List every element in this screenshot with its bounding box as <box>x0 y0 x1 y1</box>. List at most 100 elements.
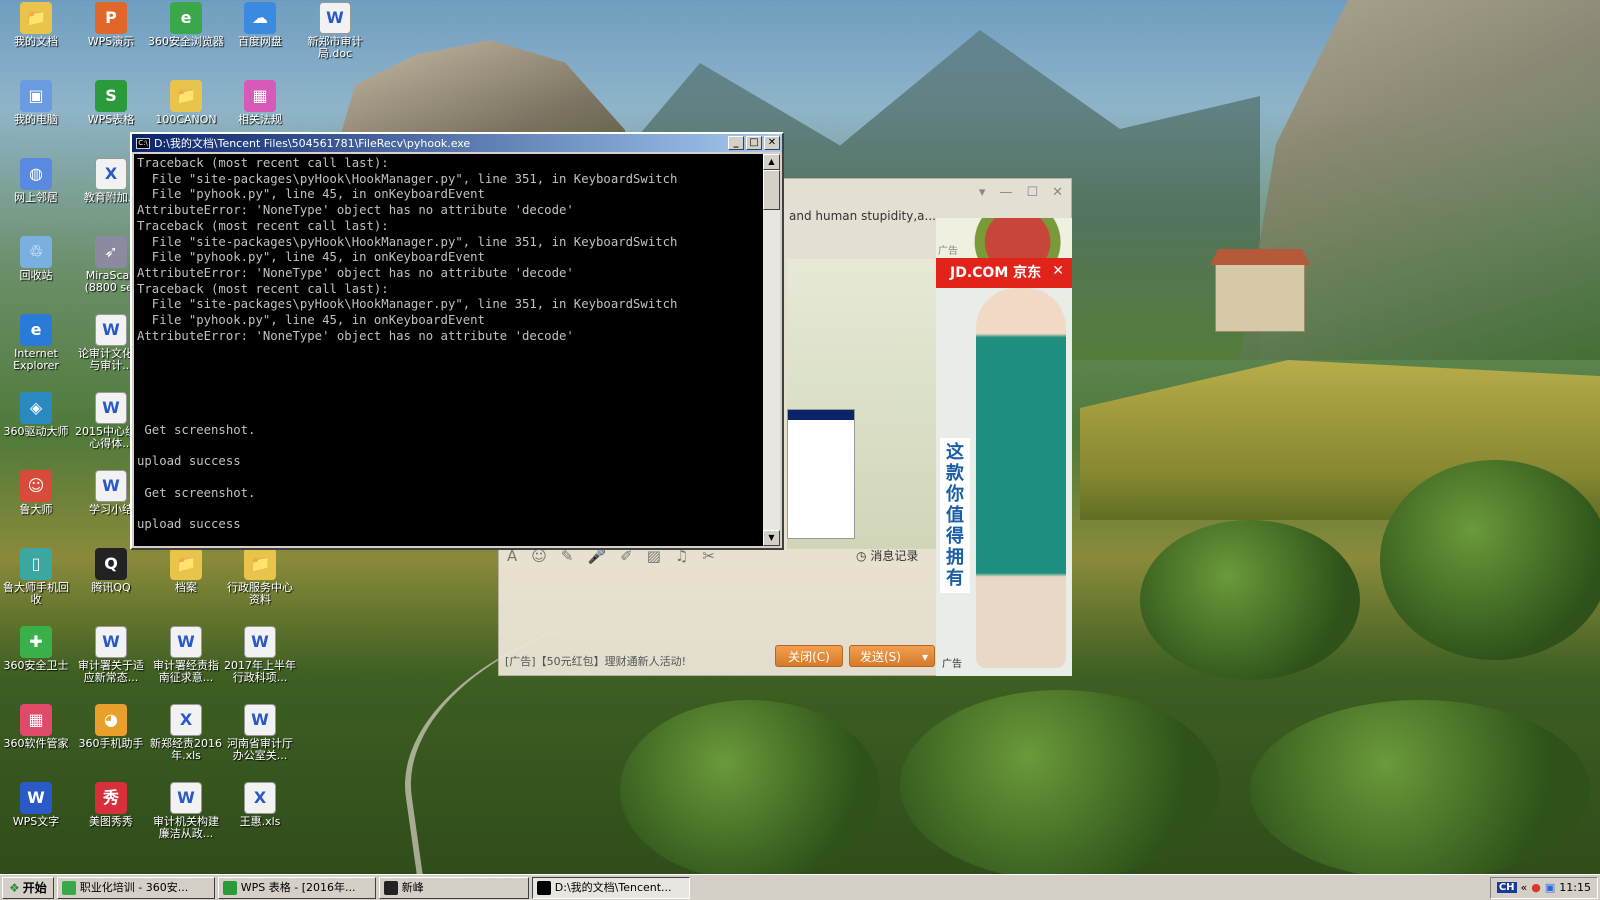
desktop-icon[interactable]: e 360安全浏览器 <box>148 2 224 48</box>
maximize-button[interactable]: □ <box>746 136 762 150</box>
ad-close-icon[interactable]: ✕ <box>1052 256 1064 286</box>
console-output[interactable]: Traceback (most recent call last): File … <box>134 154 763 546</box>
taskbar-app-icon <box>222 880 237 895</box>
taskbar-button[interactable]: 新峰 <box>378 876 529 899</box>
ad-slogan-char: 得 <box>946 526 964 547</box>
desktop-icon[interactable]: W 审计署经责指南征求意... <box>148 626 224 684</box>
scroll-down-arrow[interactable]: ▼ <box>763 530 780 546</box>
desktop-icon[interactable]: ☁ 百度网盘 <box>222 2 298 48</box>
screenshot-thumbnail[interactable] <box>787 409 855 539</box>
console-line: File "pyhook.py", line 45, in onKeyboard… <box>137 187 485 202</box>
clock[interactable]: 11:15 <box>1559 881 1591 894</box>
desktop-icon-label: 鲁大师手机回收 <box>3 581 69 606</box>
desktop-icon[interactable]: 📁 档案 <box>148 548 224 594</box>
desktop-icon-label: 鲁大师 <box>19 503 53 516</box>
tray-expand-icon[interactable]: « <box>1521 881 1528 894</box>
desktop-icon-label: 美图秀秀 <box>89 815 133 828</box>
desktop-icon-label: 我的文档 <box>14 35 58 48</box>
desktop-icon-label: 360驱动大师 <box>3 425 69 438</box>
desktop-icon-image: ▦ <box>244 80 276 112</box>
taskbar-app-icon <box>383 880 398 895</box>
desktop-icon[interactable]: ☺ 鲁大师 <box>0 470 74 516</box>
desktop-icon-image: ➶ <box>95 236 127 268</box>
window-buttons: _ □ ✕ <box>728 136 782 150</box>
desktop-icon-label: 新郑经责2016年.xls <box>150 737 222 762</box>
ad-text-link[interactable]: [广告]【50元红包】理财通新人活动! <box>505 653 686 669</box>
desktop-icon[interactable]: ◕ 360手机助手 <box>73 704 149 750</box>
desktop-icon-image: W <box>95 392 127 424</box>
desktop-icon[interactable]: ▣ 我的电脑 <box>0 80 74 126</box>
console-line: File "pyhook.py", line 45, in onKeyboard… <box>137 250 485 265</box>
desktop-icon[interactable]: ▦ 360软件管家 <box>0 704 74 750</box>
scroll-up-arrow[interactable]: ▲ <box>763 154 780 170</box>
network-tray-icon[interactable]: ▣ <box>1545 881 1555 894</box>
taskbar-button[interactable]: WPS 表格 - [2016年... <box>217 876 376 899</box>
desktop-icon-label: 河南省审计厅办公室关... <box>227 737 293 762</box>
taskbar-button-label: 职业化培训 - 360安... <box>79 880 189 894</box>
desktop-icon-image: P <box>95 2 127 34</box>
taskbar-button[interactable]: 职业化培训 - 360安... <box>56 876 215 899</box>
send-button[interactable]: 发送(S) ▾ <box>849 645 935 667</box>
console-line: Traceback (most recent call last): <box>137 281 389 296</box>
console-title-bar[interactable]: C:\ D:\我的文档\Tencent Files\504561781\File… <box>132 134 782 152</box>
scroll-thumb[interactable] <box>763 170 780 210</box>
close-button[interactable]: ✕ <box>764 136 780 150</box>
minimize-button[interactable]: _ <box>728 136 744 150</box>
desktop-icon[interactable]: ▯ 鲁大师手机回收 <box>0 548 74 606</box>
desktop-icon[interactable]: Q 腾讯QQ <box>73 548 149 594</box>
desktop-icon[interactable]: 📁 行政服务中心资料 <box>222 548 298 606</box>
desktop-icon-image: ▦ <box>20 704 52 736</box>
desktop-icon-image: 📁 <box>20 2 52 34</box>
desktop-icon[interactable]: W 2017年上半年行政科项... <box>222 626 298 684</box>
close-icon[interactable]: ✕ <box>1052 185 1063 200</box>
desktop-icon-label: 审计署关于适应新常态... <box>78 659 144 684</box>
desktop-icon[interactable]: ✚ 360安全卫士 <box>0 626 74 672</box>
desktop-icon[interactable]: S WPS表格 <box>73 80 149 126</box>
minimize-icon[interactable]: — <box>999 185 1012 200</box>
desktop-icon-label: 我的电脑 <box>14 113 58 126</box>
qq-tray-icon[interactable]: ● <box>1531 881 1541 894</box>
ad-slogan-char: 款 <box>946 463 964 484</box>
desktop-icon-image: ◈ <box>20 392 52 424</box>
taskbar-button-label: WPS 表格 - [2016年... <box>240 880 356 894</box>
send-options-icon[interactable]: ▾ <box>922 646 928 668</box>
desktop-icon-image: ✚ <box>20 626 52 658</box>
maximize-icon[interactable]: ☐ <box>1026 185 1038 200</box>
ad-slogan-char: 值 <box>946 505 964 526</box>
desktop-icon[interactable]: X 王惠.xls <box>222 782 298 828</box>
desktop-icon[interactable]: W 河南省审计厅办公室关... <box>222 704 298 762</box>
desktop-icon-image: W <box>244 704 276 736</box>
console-window[interactable]: C:\ D:\我的文档\Tencent Files\504561781\File… <box>130 132 784 550</box>
ime-indicator[interactable]: CH <box>1496 882 1517 893</box>
taskbar: ❖ 开始 职业化培训 - 360安... WPS 表格 - [2016年... 新峰… <box>0 874 1600 900</box>
desktop-icon[interactable]: P WPS演示 <box>73 2 149 48</box>
console-scrollbar[interactable]: ▲ ▼ <box>763 154 780 546</box>
message-history-link[interactable]: ◷ 消息记录 <box>856 547 918 564</box>
desktop-icon[interactable]: W WPS文字 <box>0 782 74 828</box>
desktop-icon[interactable]: ◍ 网上邻居 <box>0 158 74 204</box>
desktop-icon[interactable]: ◈ 360驱动大师 <box>0 392 74 438</box>
console-line: Get screenshot. <box>137 485 256 500</box>
jd-banner[interactable]: JD.COM 京东 ✕ <box>936 258 1072 288</box>
desktop-icon[interactable]: ▦ 相关法规 <box>222 80 298 126</box>
desktop-icon[interactable]: e Internet Explorer <box>0 314 74 372</box>
desktop-icon[interactable]: W 审计机关构建廉洁从政... <box>148 782 224 840</box>
desktop-icon-image: 秀 <box>95 782 127 814</box>
jd-ad-panel[interactable]: 广告 JD.COM 京东 ✕ 这款你值得拥有 广告 <box>936 218 1072 676</box>
taskbar-button[interactable]: D:\我的文档\Tencent... <box>531 876 690 899</box>
desktop-icon[interactable]: 秀美图秀秀 <box>73 782 149 828</box>
desktop-icon-image: Q <box>95 548 127 580</box>
close-chat-button[interactable]: 关闭(C) <box>775 645 843 667</box>
desktop-icon[interactable]: X 新郑经责2016年.xls <box>148 704 224 762</box>
desktop-icon[interactable]: W 审计署关于适应新常态... <box>73 626 149 684</box>
desktop-icon[interactable]: 📁 我的文档 <box>0 2 74 48</box>
desktop-icon-image: W <box>319 2 351 34</box>
desktop-icon[interactable]: W 新郑市审计局.doc <box>297 2 373 60</box>
start-button[interactable]: ❖ 开始 <box>2 876 54 899</box>
desktop-icon[interactable]: ♲ 回收站 <box>0 236 74 282</box>
desktop-icon-label: 王惠.xls <box>239 815 281 828</box>
dropdown-icon[interactable]: ▾ <box>979 185 986 200</box>
desktop-icon-label: 相关法规 <box>238 113 282 126</box>
desktop-icon[interactable]: 📁 100CANON <box>148 80 224 126</box>
